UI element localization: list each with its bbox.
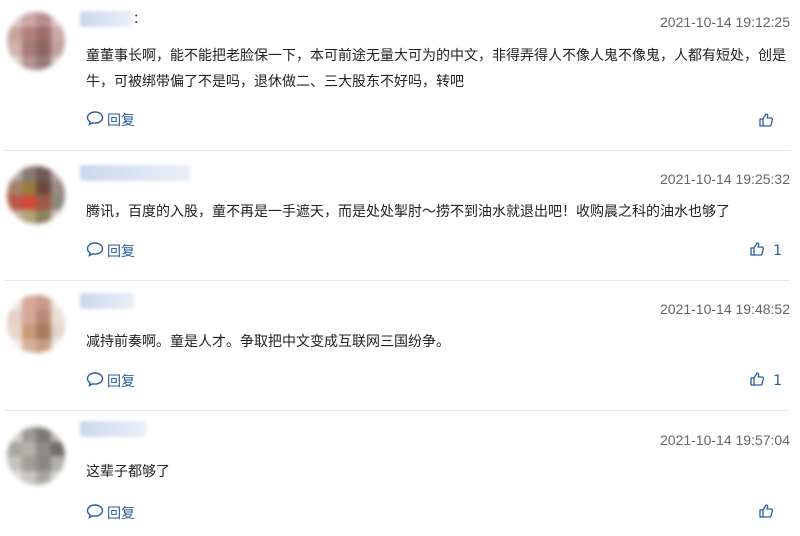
avatar[interactable] bbox=[7, 295, 65, 353]
username[interactable] bbox=[80, 11, 132, 27]
username[interactable] bbox=[80, 293, 134, 309]
comment-item: ： 2021-10-14 19:12:25 童董事长啊，能不能把老脸保一下，本可… bbox=[0, 0, 800, 150]
reply-label: 回复 bbox=[107, 244, 135, 260]
reply-label: 回复 bbox=[107, 506, 135, 522]
comment-item: 2021-10-14 19:48:52 减持前奏啊。童是人才。争取把中文变成互联… bbox=[0, 281, 800, 410]
comment-text: 童董事长啊，能不能把老脸保一下，本可前途无量大可为的中文，非得弄得人不像人鬼不像… bbox=[86, 48, 786, 90]
reply-button[interactable]: 回复 bbox=[86, 371, 135, 391]
like-button[interactable]: 1 bbox=[749, 371, 782, 391]
reply-button[interactable]: 回复 bbox=[86, 241, 135, 261]
reply-icon bbox=[86, 503, 104, 523]
reply-icon bbox=[86, 371, 104, 391]
reply-icon bbox=[86, 241, 104, 261]
comment-text: 这辈子都够了 bbox=[86, 464, 170, 480]
thumbs-up-icon bbox=[749, 371, 765, 391]
like-count: 1 bbox=[773, 373, 782, 389]
like-button[interactable] bbox=[758, 112, 782, 132]
comment-item: 2021-10-14 19:25:32 腾讯，百度的入股，童不再是一手遮天，而是… bbox=[0, 151, 800, 280]
reply-button[interactable]: 回复 bbox=[86, 110, 135, 130]
username[interactable] bbox=[80, 421, 146, 437]
username-colon: ： bbox=[133, 12, 147, 27]
avatar[interactable] bbox=[7, 166, 65, 224]
thumbs-up-icon bbox=[758, 112, 774, 132]
username[interactable] bbox=[80, 165, 190, 181]
like-button[interactable]: 1 bbox=[749, 241, 782, 261]
thumbs-up-icon bbox=[758, 503, 774, 523]
like-count: 1 bbox=[773, 243, 782, 259]
avatar[interactable] bbox=[7, 427, 65, 485]
avatar[interactable] bbox=[7, 12, 65, 70]
comment-text: 腾讯，百度的入股，童不再是一手遮天，而是处处掣肘～捞不到油水就退出吧！收购晨之科… bbox=[86, 204, 730, 220]
like-button[interactable] bbox=[758, 503, 782, 523]
comment-time: 2021-10-14 19:48:52 bbox=[660, 301, 790, 317]
comment-time: 2021-10-14 19:12:25 bbox=[660, 14, 790, 30]
comment-item: 2021-10-14 19:57:04 这辈子都够了 回复 bbox=[0, 411, 800, 536]
comment-text: 减持前奏啊。童是人才。争取把中文变成互联网三国纷争。 bbox=[86, 334, 450, 350]
reply-label: 回复 bbox=[107, 113, 135, 129]
comment-time: 2021-10-14 19:57:04 bbox=[660, 432, 790, 448]
reply-button[interactable]: 回复 bbox=[86, 503, 135, 523]
reply-label: 回复 bbox=[107, 374, 135, 390]
reply-icon bbox=[86, 110, 104, 130]
comment-time: 2021-10-14 19:25:32 bbox=[660, 171, 790, 187]
thumbs-up-icon bbox=[749, 241, 765, 261]
